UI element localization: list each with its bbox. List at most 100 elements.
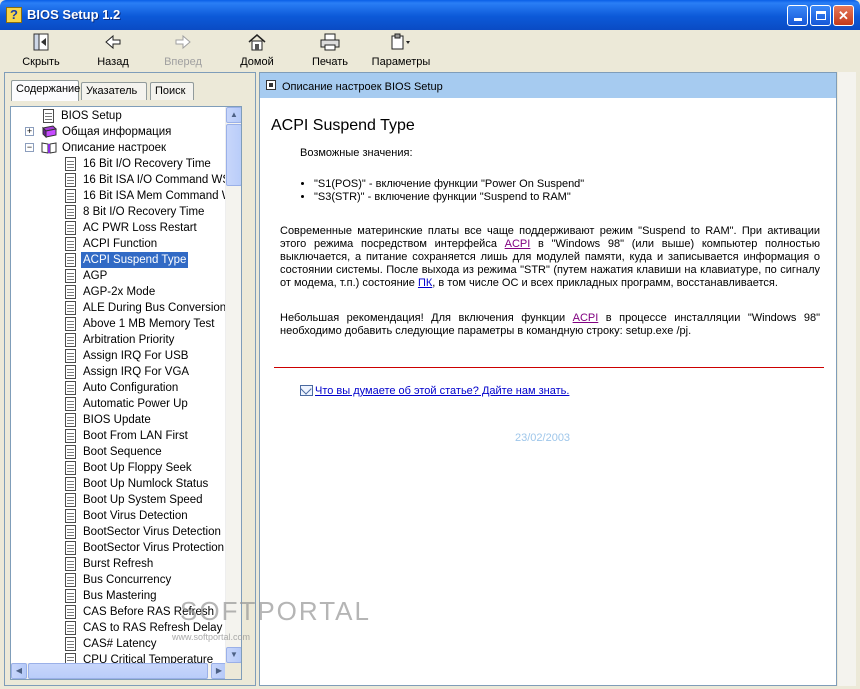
collapse-icon[interactable]: − — [25, 143, 34, 152]
tree-item-label: Boot Up Floppy Seek — [83, 462, 192, 474]
book-icon — [41, 125, 58, 139]
tree-item-label: BootSector Virus Protection — [83, 542, 225, 554]
print-button[interactable]: Печать — [304, 32, 356, 68]
options-button[interactable]: Параметры — [366, 32, 436, 68]
list-item: "S1(POS)" - включение функции "Power On … — [314, 178, 584, 191]
toolbar: Скрыть Назад Вперед Домой Печать Парамет… — [4, 30, 856, 70]
back-button[interactable]: Назад — [90, 32, 136, 68]
tree-item-label: BIOS Setup — [61, 110, 122, 122]
scroll-corner — [225, 663, 241, 679]
feedback-row: Что вы думаете об этой статье? Дайте нам… — [300, 385, 569, 397]
tree-item-label: AC PWR Loss Restart — [83, 222, 197, 234]
hide-label: Скрыть — [22, 56, 60, 68]
watermark-logo: SOFTPORTAL — [180, 596, 371, 626]
page-icon — [65, 445, 76, 459]
page-icon — [65, 589, 76, 603]
maximize-icon — [815, 11, 826, 20]
scroll-thumb[interactable] — [226, 124, 241, 186]
page-icon — [65, 525, 76, 539]
page-icon — [65, 461, 76, 475]
page-icon — [65, 573, 76, 587]
expand-icon[interactable]: + — [25, 127, 34, 136]
topic-header: Описание настроек BIOS Setup — [260, 73, 836, 98]
page-icon — [65, 397, 76, 411]
divider — [274, 367, 824, 368]
hide-pane-icon — [18, 32, 64, 52]
tree-horizontal-scrollbar[interactable]: ◀ ▶ — [11, 663, 227, 679]
tree-item-label: BootSector Virus Detection — [83, 526, 221, 538]
tree-item-label: 16 Bit ISA I/O Command WS — [83, 174, 227, 186]
page-icon — [65, 333, 76, 347]
home-icon — [234, 32, 280, 52]
page-icon — [65, 253, 76, 267]
close-button[interactable]: ✕ — [833, 5, 854, 26]
help-book-icon — [6, 7, 22, 23]
page-icon — [65, 429, 76, 443]
tree-item-label: AGP-2x Mode — [83, 286, 156, 298]
forward-label: Вперед — [164, 56, 202, 68]
options-label: Параметры — [371, 56, 431, 68]
tree-item-label: Burst Refresh — [83, 558, 154, 570]
topic-pane: Описание настроек BIOS Setup ACPI Suspen… — [259, 72, 837, 686]
tree-item-label: Boot Up Numlock Status — [83, 478, 209, 490]
minimize-button[interactable] — [787, 5, 808, 26]
scroll-left-button[interactable]: ◀ — [11, 663, 27, 679]
hide-button[interactable]: Скрыть — [18, 32, 64, 68]
page-icon — [65, 173, 76, 187]
mail-icon — [300, 385, 313, 396]
window-edge — [838, 72, 856, 686]
tab-search[interactable]: Поиск — [150, 82, 194, 100]
tree-item-label: Assign IRQ For VGA — [83, 366, 190, 378]
page-icon — [65, 637, 76, 651]
feedback-link[interactable]: Что вы думаете об этой статье? Дайте нам… — [315, 385, 569, 397]
contents-tree[interactable]: BIOS Setup + Общая информация − Описание нас… — [11, 107, 227, 663]
tree-item-label: ALE During Bus Conversion — [83, 302, 227, 314]
navigation-pane: Содержание Указатель Поиск BIOS Setup + Об… — [4, 72, 256, 686]
page-icon — [65, 509, 76, 523]
page-icon — [65, 269, 76, 283]
tab-index[interactable]: Указатель — [81, 82, 147, 100]
forward-button[interactable]: Вперед — [160, 32, 206, 68]
page-icon — [43, 109, 54, 123]
print-label: Печать — [311, 56, 349, 68]
title-bar[interactable]: BIOS Setup 1.2 ✕ — [0, 0, 860, 30]
page-icon — [65, 557, 76, 571]
tree-item-label: Boot Sequence — [83, 446, 162, 458]
acpi-link-2[interactable]: ACPI — [573, 312, 599, 324]
scroll-up-button[interactable]: ▲ — [226, 107, 241, 123]
tree-item-label: ACPI Suspend Type — [81, 252, 189, 268]
back-label: Назад — [97, 56, 129, 68]
home-button[interactable]: Домой — [234, 32, 280, 68]
page-icon — [65, 301, 76, 315]
maximize-button[interactable] — [810, 5, 831, 26]
page-icon — [65, 653, 76, 663]
close-icon: ✕ — [838, 8, 849, 23]
topic-breadcrumb[interactable]: Описание настроек BIOS Setup — [282, 81, 443, 93]
tree-item-label: Boot Virus Detection — [83, 510, 188, 522]
tab-contents[interactable]: Содержание — [11, 80, 80, 101]
page-icon — [65, 381, 76, 395]
acpi-link[interactable]: ACPI — [505, 238, 531, 250]
printer-icon — [304, 32, 356, 52]
page-icon — [65, 237, 76, 251]
pc-link[interactable]: ПК — [418, 277, 432, 289]
page-icon — [65, 605, 76, 619]
page-title: ACPI Suspend Type — [271, 117, 415, 134]
tree-item-label: Bus Mastering — [83, 590, 157, 602]
tree-item-label: BIOS Update — [83, 414, 151, 426]
tree-vertical-scrollbar[interactable]: ▲ ▼ — [225, 107, 241, 663]
page-icon — [65, 317, 76, 331]
tree-item-label: Auto Configuration — [83, 382, 179, 394]
page-icon — [65, 349, 76, 363]
tree-item-label: Above 1 MB Memory Test — [83, 318, 215, 330]
options-icon — [366, 32, 436, 52]
tree-item-label: Общая информация — [62, 126, 172, 138]
page-icon — [65, 285, 76, 299]
values-list: "S1(POS)" - включение функции "Power On … — [300, 178, 584, 204]
horizontal-scroll-thumb[interactable] — [28, 663, 208, 679]
tree-item-label: 8 Bit I/O Recovery Time — [83, 206, 205, 218]
page-icon — [65, 221, 76, 235]
scroll-down-button[interactable]: ▼ — [226, 647, 241, 663]
tree-item-label: Assign IRQ For USB — [83, 350, 189, 362]
page-icon — [65, 493, 76, 507]
